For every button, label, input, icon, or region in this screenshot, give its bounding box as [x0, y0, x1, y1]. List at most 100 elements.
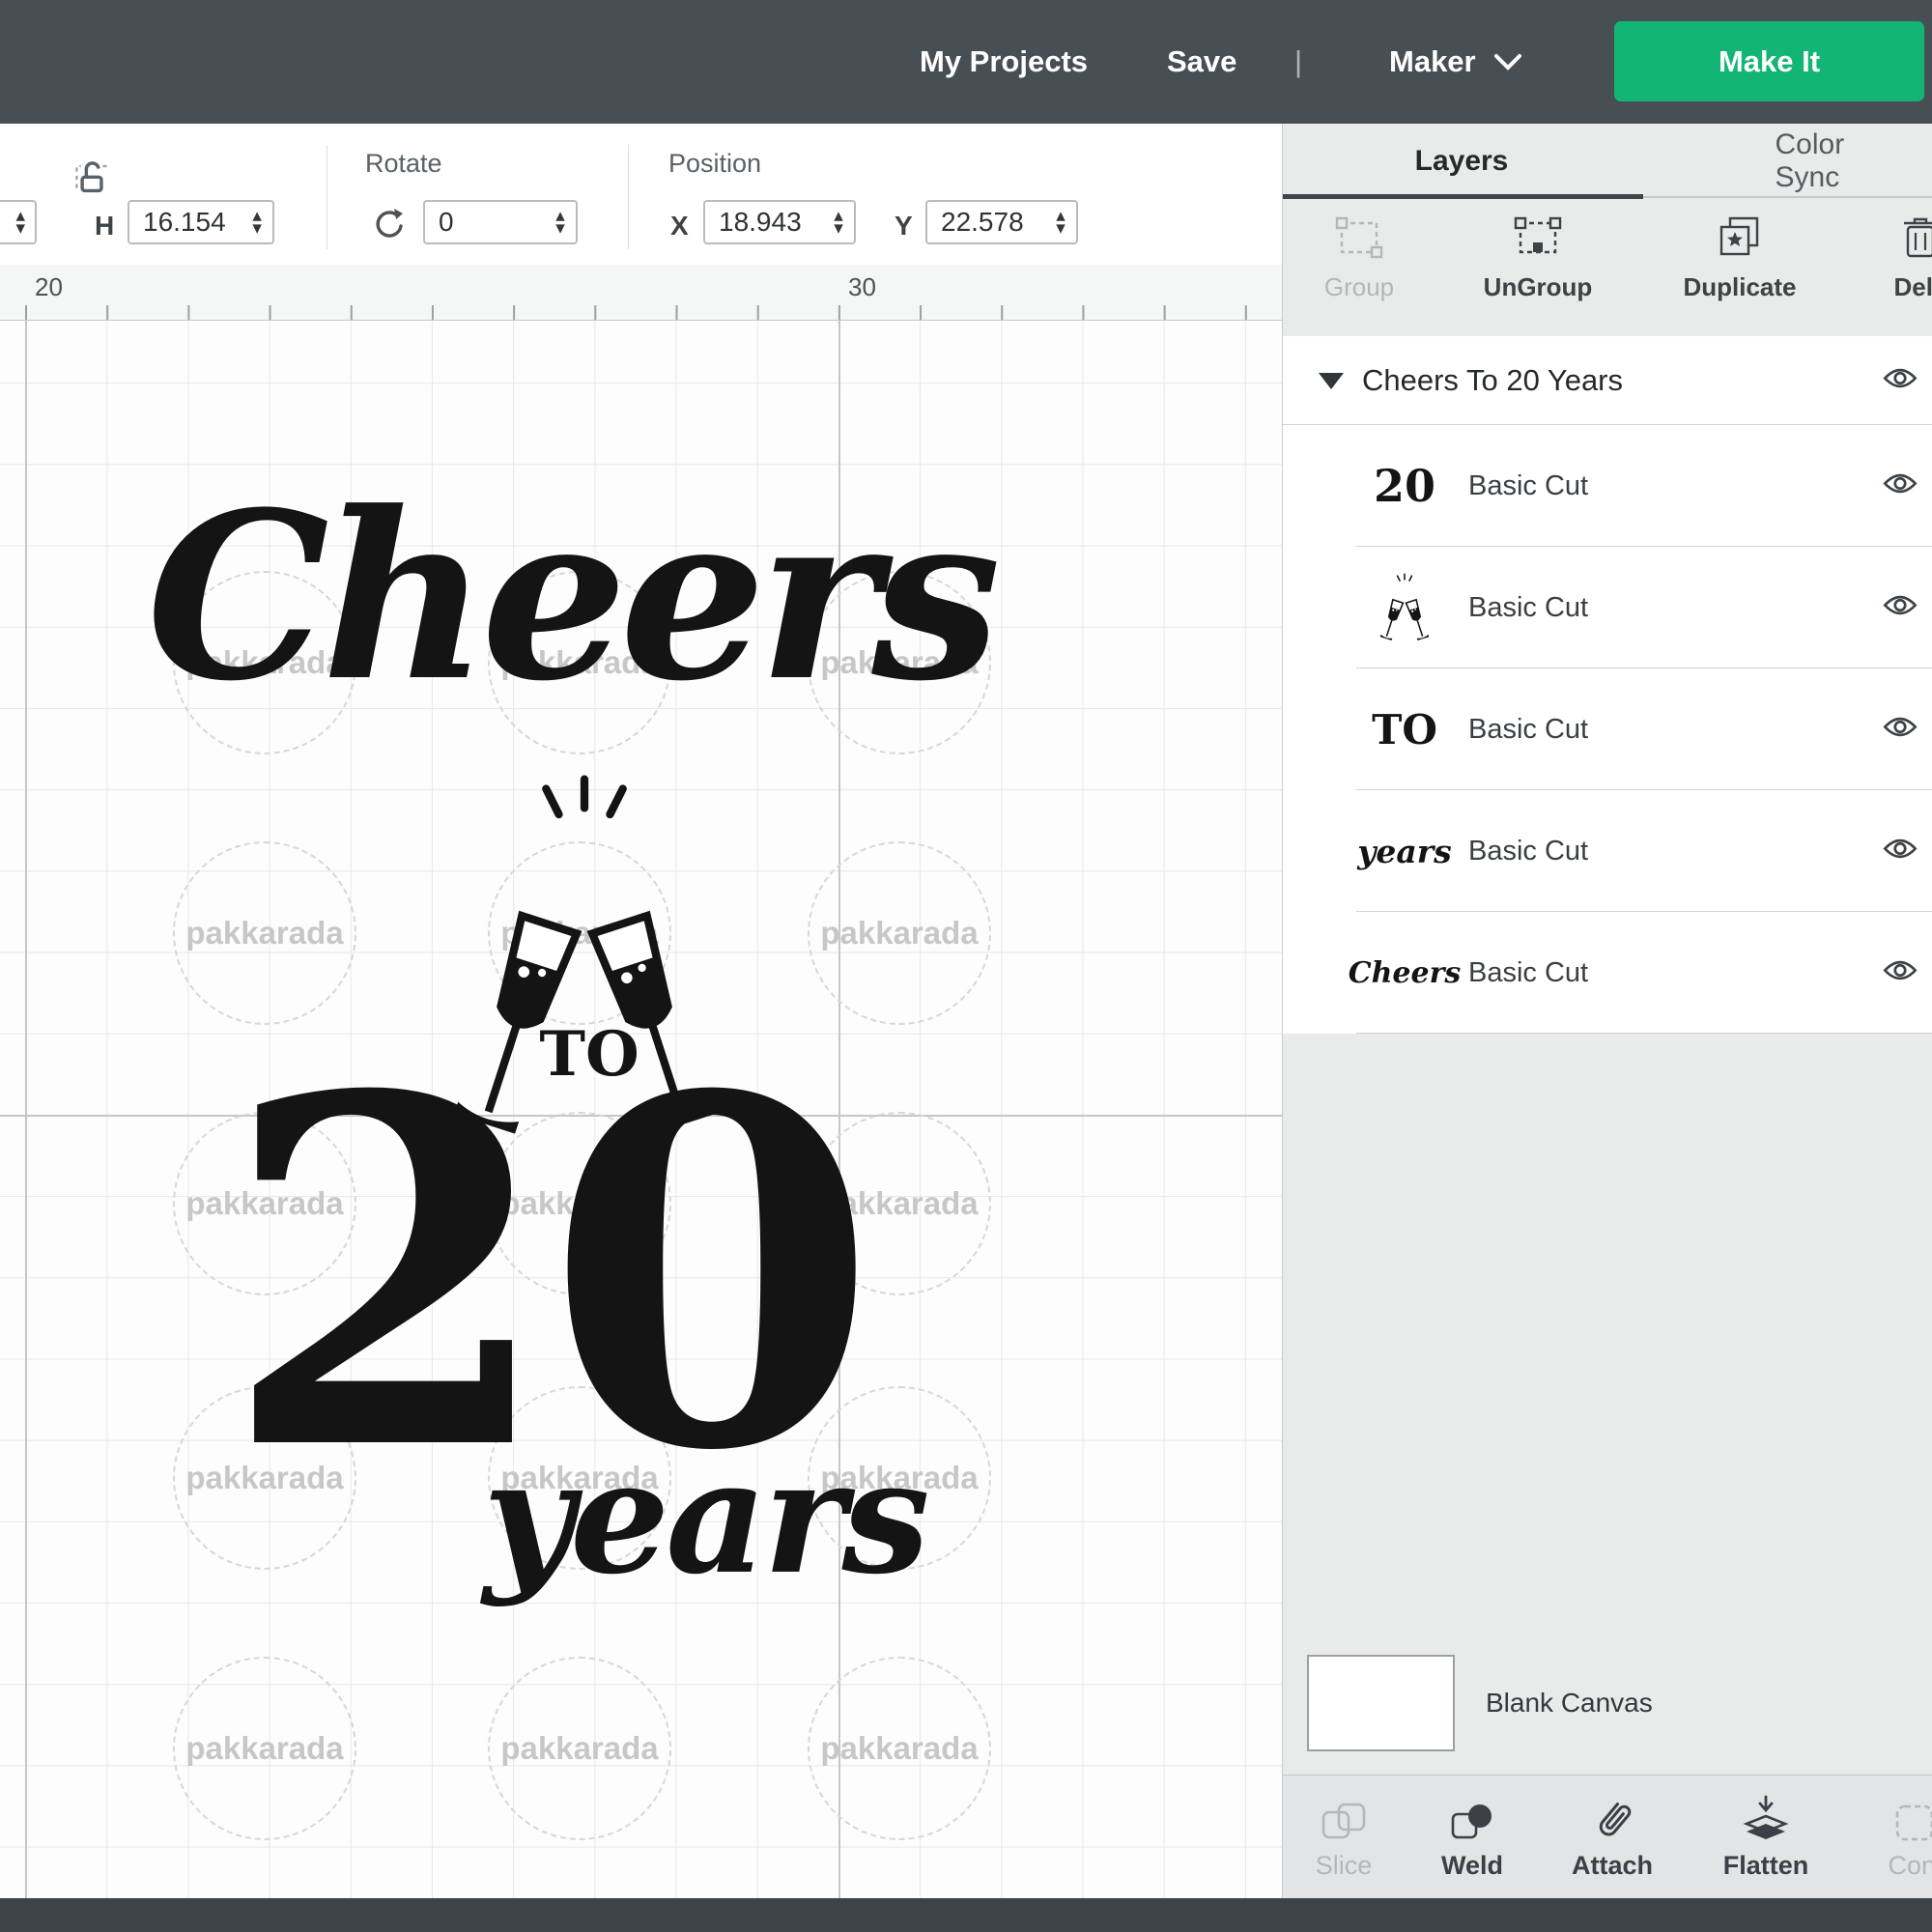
eye-icon[interactable]: [1883, 959, 1918, 986]
watermark: pakkarada: [173, 1657, 356, 1840]
my-projects-link[interactable]: My Projects: [920, 0, 1088, 124]
blank-canvas-label: Blank Canvas: [1486, 1655, 1653, 1751]
height-input[interactable]: [129, 202, 245, 242]
group-icon: [1277, 211, 1441, 265]
chevron-down-icon: [1493, 52, 1522, 71]
layer-thumb: TO: [1356, 668, 1453, 790]
weld-label: Weld: [1405, 1851, 1540, 1881]
y-field[interactable]: ▴▾: [925, 200, 1078, 244]
tab-layers[interactable]: Layers: [1415, 124, 1509, 198]
width-stepper-arrows[interactable]: ▴▾: [11, 210, 36, 235]
group-label: Group: [1277, 272, 1441, 302]
toolbar-divider: [628, 145, 629, 249]
duplicate-icon: [1658, 211, 1822, 265]
topbar-separator: |: [1294, 0, 1302, 124]
height-field[interactable]: ▴▾: [128, 200, 274, 244]
layer-label: Basic Cut: [1468, 668, 1588, 790]
layer-thumb: Cheers: [1356, 912, 1453, 1034]
weld-icon: [1405, 1789, 1540, 1845]
layer-row-glasses[interactable]: Basic Cut: [1283, 547, 1932, 668]
layer-row-cheers[interactable]: Cheers Basic Cut: [1283, 912, 1932, 1034]
y-label: Y: [895, 211, 913, 242]
save-link[interactable]: Save: [1167, 0, 1236, 124]
layer-row-years[interactable]: years Basic Cut: [1283, 790, 1932, 912]
layer-label: Basic Cut: [1468, 790, 1588, 912]
height-label: H: [95, 211, 114, 242]
eye-icon[interactable]: [1883, 594, 1918, 621]
contour-button[interactable]: Cont: [1848, 1789, 1932, 1881]
width-stepper-clipped[interactable]: ▴▾: [0, 200, 37, 244]
watermark-text: pakkarada: [820, 1730, 978, 1767]
layer-thumb: years: [1356, 790, 1453, 912]
horizontal-ruler: 20 30: [0, 265, 1282, 321]
eye-icon[interactable]: [1883, 838, 1918, 865]
ruler-tick-20: 20: [35, 272, 63, 302]
rotate-label: Rotate: [365, 149, 442, 179]
x-field[interactable]: ▴▾: [703, 200, 856, 244]
panel-bottom-bar: Slice Weld Attach: [1283, 1775, 1932, 1898]
flatten-button[interactable]: Flatten: [1698, 1789, 1833, 1881]
duplicate-label: Duplicate: [1658, 272, 1822, 302]
layer-row-to[interactable]: TO Basic Cut: [1283, 668, 1932, 790]
delete-button[interactable]: Dele: [1838, 211, 1932, 302]
position-label: Position: [668, 149, 761, 179]
tab-color-sync[interactable]: Color Sync: [1776, 124, 1881, 198]
weld-button[interactable]: Weld: [1405, 1789, 1540, 1881]
eye-icon[interactable]: [1883, 472, 1918, 499]
group-button[interactable]: Group: [1277, 211, 1441, 302]
delete-label: Dele: [1838, 272, 1932, 302]
watermark-text: pakkarada: [185, 915, 343, 952]
watermark: pakkarada: [488, 1657, 671, 1840]
x-input[interactable]: [705, 202, 827, 242]
design-text-cheers[interactable]: Cheers: [135, 483, 1005, 713]
ungroup-label: UnGroup: [1456, 272, 1620, 302]
height-stepper[interactable]: ▴▾: [245, 210, 272, 235]
ruler-tick-30: 30: [848, 272, 876, 302]
layers-panel: Layers Color Sync Group UnGroup: [1282, 124, 1932, 1898]
ungroup-icon: [1456, 211, 1620, 265]
trash-icon: [1838, 211, 1932, 265]
layer-group-header[interactable]: Cheers To 20 Years: [1283, 336, 1932, 425]
ungroup-button[interactable]: UnGroup: [1456, 211, 1620, 302]
layer-thumb: 20: [1356, 425, 1453, 547]
machine-name: Maker: [1389, 44, 1476, 79]
make-it-button[interactable]: Make It: [1614, 21, 1924, 101]
eye-icon[interactable]: [1883, 716, 1918, 743]
flatten-label: Flatten: [1698, 1851, 1833, 1881]
layer-label: Basic Cut: [1468, 912, 1588, 1034]
flatten-icon: [1698, 1789, 1833, 1845]
attach-label: Attach: [1545, 1851, 1680, 1881]
rotate-field[interactable]: ▴▾: [423, 200, 578, 244]
watermark-text: pakkarada: [500, 1730, 658, 1767]
rotate-icon[interactable]: [371, 205, 410, 243]
y-stepper[interactable]: ▴▾: [1049, 210, 1076, 235]
design-text-years[interactable]: years: [483, 1439, 908, 1596]
y-input[interactable]: [927, 202, 1049, 242]
x-stepper[interactable]: ▴▾: [827, 210, 854, 235]
blank-canvas-swatch[interactable]: [1307, 1655, 1455, 1751]
active-tab-underline: [1283, 194, 1643, 199]
width-input[interactable]: [0, 202, 11, 242]
bottom-strip: [0, 1898, 1932, 1932]
rotate-input[interactable]: [425, 202, 549, 242]
layer-label: Basic Cut: [1468, 547, 1588, 668]
slice-button[interactable]: Slice: [1276, 1789, 1411, 1881]
champagne-glasses-icon: [1356, 547, 1453, 668]
slice-label: Slice: [1276, 1851, 1411, 1881]
attach-button[interactable]: Attach: [1545, 1789, 1680, 1881]
watermark-text: pakkarada: [185, 1730, 343, 1767]
eye-icon[interactable]: [1883, 367, 1918, 394]
layer-row-20[interactable]: 20 Basic Cut: [1283, 425, 1932, 547]
triangle-down-icon[interactable]: [1319, 373, 1344, 389]
rotate-stepper[interactable]: ▴▾: [549, 210, 576, 235]
watermark-text: pakkarada: [820, 915, 978, 952]
slice-icon: [1276, 1789, 1411, 1845]
machine-select[interactable]: Maker: [1389, 0, 1522, 124]
design-canvas[interactable]: pakkarada pakkarada pakkarada pakkarada pakk…: [0, 321, 1282, 1898]
duplicate-button[interactable]: Duplicate: [1658, 211, 1822, 302]
contour-icon: [1848, 1789, 1932, 1845]
layer-list: Cheers To 20 Years 20 Basic Cut Basic Cu…: [1283, 336, 1932, 1034]
open-lock-icon[interactable]: [75, 160, 108, 195]
panel-tabs: Layers Color Sync: [1283, 124, 1932, 198]
row-separator: [1356, 1033, 1932, 1034]
